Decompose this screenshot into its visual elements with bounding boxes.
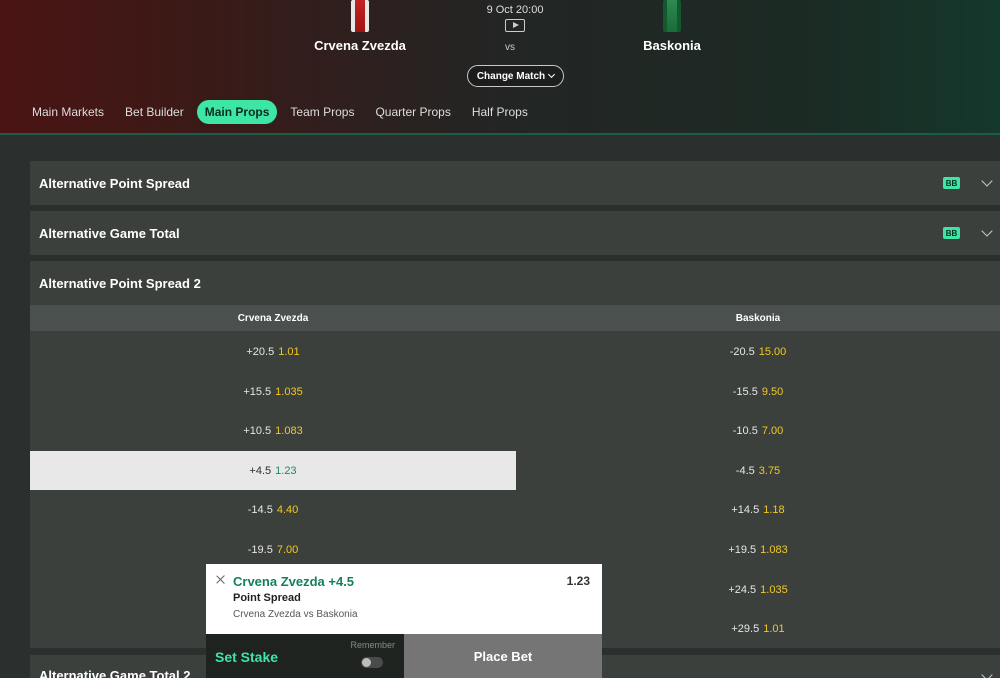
spread-row: +20.5 1.01 -20.5 15.00 bbox=[30, 332, 1000, 371]
change-match-button[interactable]: Change Match bbox=[467, 65, 564, 87]
handicap-line: -19.5 bbox=[247, 543, 273, 556]
handicap-line: +20.5 bbox=[246, 345, 275, 358]
tab-quarter-props[interactable]: Quarter Props bbox=[367, 100, 458, 124]
tab-team-props[interactable]: Team Props bbox=[282, 100, 362, 124]
handicap-line: +4.5 bbox=[249, 464, 272, 477]
market-title: Alternative Point Spread 2 bbox=[39, 275, 201, 291]
column-away: Baskonia bbox=[735, 312, 781, 324]
odds-button-away[interactable]: -20.5 15.00 bbox=[516, 332, 1000, 371]
handicap-line: +29.5 bbox=[731, 622, 760, 635]
tab-bet-builder[interactable]: Bet Builder bbox=[117, 100, 192, 124]
handicap-line: +10.5 bbox=[243, 424, 272, 437]
chevron-down-icon[interactable] bbox=[981, 225, 993, 237]
odds-price: 9.50 bbox=[761, 385, 784, 398]
selection-market: Point Spread bbox=[233, 592, 301, 604]
odds-button-home[interactable]: +10.5 1.083 bbox=[30, 411, 516, 450]
set-stake-label: Set Stake bbox=[215, 649, 279, 665]
vs-label: vs bbox=[505, 42, 515, 53]
live-stream-icon[interactable] bbox=[505, 19, 525, 32]
red-jersey-icon bbox=[351, 0, 369, 32]
market-title: Alternative Point Spread bbox=[39, 175, 190, 191]
bet-builder-badge: BB bbox=[943, 177, 960, 189]
market-header[interactable]: Alternative Game Total BB bbox=[30, 211, 1000, 255]
odds-price: 1.18 bbox=[763, 503, 785, 516]
odds-price: 4.40 bbox=[276, 503, 299, 516]
odds-price: 1.083 bbox=[760, 543, 788, 556]
handicap-line: -20.5 bbox=[729, 345, 755, 358]
place-bet-button[interactable]: Place Bet bbox=[404, 634, 602, 678]
handicap-line: +24.5 bbox=[728, 583, 757, 596]
odds-price: 1.083 bbox=[275, 424, 303, 437]
spread-row: +10.5 1.083 -10.5 7.00 bbox=[30, 411, 1000, 450]
odds-button-away[interactable]: -10.5 7.00 bbox=[516, 411, 1000, 450]
away-team: Baskonia bbox=[592, 0, 752, 53]
match-datetime: 9 Oct 20:00 bbox=[486, 4, 544, 16]
remember-toggle[interactable] bbox=[361, 657, 383, 668]
event-header: Crvena Zvezda 9 Oct 20:00 vs Change Matc… bbox=[0, 0, 1000, 135]
change-match-label: Change Match bbox=[476, 70, 546, 82]
market-alt-game-total[interactable]: Alternative Game Total BB bbox=[30, 211, 1000, 255]
selection-event: Crvena Zvezda vs Baskonia bbox=[233, 609, 358, 620]
handicap-line: +14.5 bbox=[731, 503, 760, 516]
market-tabs: Main Markets Bet Builder Main Props Team… bbox=[24, 100, 541, 124]
odds-price: 1.035 bbox=[275, 385, 303, 398]
spread-row: -14.5 4.40 +14.5 1.18 bbox=[30, 490, 1000, 529]
chevron-down-icon bbox=[548, 70, 556, 79]
odds-button-home[interactable]: +4.5 1.23 bbox=[30, 451, 516, 490]
market-header[interactable]: Alternative Point Spread BB bbox=[30, 161, 1000, 205]
remember-label: Remember bbox=[350, 640, 395, 650]
away-team-name: Baskonia bbox=[643, 38, 701, 53]
market-alt-point-spread[interactable]: Alternative Point Spread BB bbox=[30, 161, 1000, 205]
home-team-name: Crvena Zvezda bbox=[314, 38, 406, 53]
market-columns-header: Crvena Zvezda Baskonia bbox=[30, 305, 1000, 331]
green-jersey-icon bbox=[663, 0, 681, 32]
handicap-line: -14.5 bbox=[247, 503, 273, 516]
odds-button-home[interactable]: -14.5 4.40 bbox=[30, 490, 516, 529]
odds-button-home[interactable]: +20.5 1.01 bbox=[30, 332, 516, 371]
column-home: Crvena Zvezda bbox=[237, 312, 309, 324]
handicap-line: +15.5 bbox=[243, 385, 272, 398]
odds-price: 7.00 bbox=[276, 543, 299, 556]
spread-row: +15.5 1.035 -15.5 9.50 bbox=[30, 372, 1000, 411]
selection-name: Crvena Zvezda +4.5 bbox=[233, 574, 355, 589]
odds-price: 3.75 bbox=[758, 464, 781, 477]
set-stake-button[interactable]: Set Stake Remember bbox=[206, 634, 404, 678]
handicap-line: -10.5 bbox=[732, 424, 758, 437]
selection-odds: 1.23 bbox=[566, 574, 590, 588]
bet-slip-actions: Set Stake Remember Place Bet bbox=[206, 634, 602, 678]
close-icon[interactable] bbox=[215, 574, 226, 585]
odds-price: 7.00 bbox=[761, 424, 784, 437]
market-title: Alternative Game Total 2 bbox=[39, 668, 191, 678]
odds-button-home[interactable]: +15.5 1.035 bbox=[30, 372, 516, 411]
odds-price: 15.00 bbox=[758, 345, 787, 358]
home-team: Crvena Zvezda bbox=[280, 0, 440, 53]
odds-button-away[interactable]: +14.5 1.18 bbox=[516, 490, 1000, 529]
market-title: Alternative Game Total bbox=[39, 225, 180, 241]
chevron-down-icon[interactable] bbox=[981, 175, 993, 187]
chevron-down-icon[interactable] bbox=[981, 669, 993, 678]
odds-price: 1.23 bbox=[275, 464, 297, 477]
tab-main-markets[interactable]: Main Markets bbox=[24, 100, 112, 124]
market-header[interactable]: Alternative Point Spread 2 bbox=[30, 261, 1000, 305]
bet-slip-selection: Crvena Zvezda +4.5 1.23 Point Spread Crv… bbox=[206, 564, 602, 634]
handicap-line: -15.5 bbox=[732, 385, 758, 398]
tab-half-props[interactable]: Half Props bbox=[464, 100, 536, 124]
handicap-line: -4.5 bbox=[735, 464, 755, 477]
odds-price: 1.01 bbox=[278, 345, 300, 358]
handicap-line: +19.5 bbox=[728, 543, 757, 556]
odds-button-away[interactable]: -15.5 9.50 bbox=[516, 372, 1000, 411]
bet-slip: Crvena Zvezda +4.5 1.23 Point Spread Crv… bbox=[206, 564, 602, 678]
odds-price: 1.035 bbox=[760, 583, 788, 596]
bet-builder-badge: BB bbox=[943, 227, 960, 239]
odds-button-away[interactable]: -4.5 3.75 bbox=[516, 451, 1000, 490]
tab-main-props[interactable]: Main Props bbox=[196, 100, 278, 124]
spread-row: +4.5 1.23 -4.5 3.75 bbox=[30, 451, 1000, 490]
odds-price: 1.01 bbox=[763, 622, 785, 635]
